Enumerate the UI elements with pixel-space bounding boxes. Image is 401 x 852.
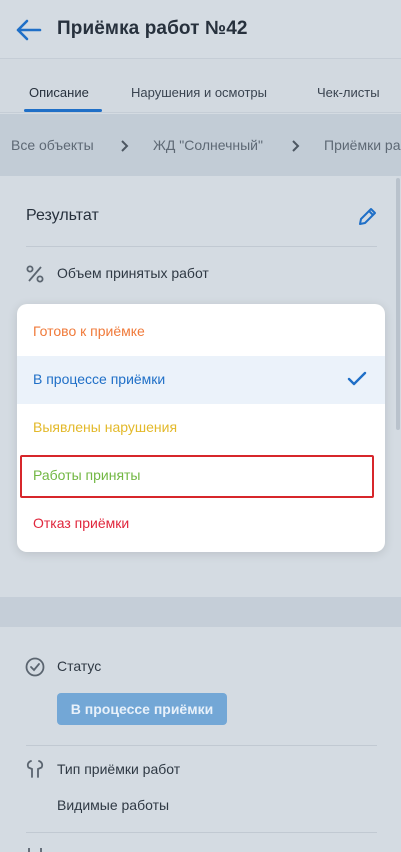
option-label: Готово к приёмке — [33, 323, 145, 339]
option-label: Работы приняты — [33, 467, 141, 483]
breadcrumb-acceptances[interactable]: Приёмки ра — [324, 137, 401, 153]
option-ready[interactable]: Готово к приёмке — [17, 308, 385, 356]
breadcrumb-all-objects[interactable]: Все объекты — [11, 137, 94, 153]
tab-checklists[interactable]: Чек-листы — [317, 85, 380, 100]
pencil-icon[interactable] — [356, 206, 378, 228]
divider — [26, 832, 377, 833]
option-in-progress[interactable]: В процессе приёмки — [17, 356, 385, 404]
option-accepted[interactable]: Работы приняты — [17, 452, 385, 500]
status-badge[interactable]: В процессе приёмки — [57, 693, 227, 725]
option-rejected[interactable]: Отказ приёмки — [17, 500, 385, 548]
breadcrumb-object[interactable]: ЖД "Солнечный" — [153, 137, 263, 153]
status-label: Статус — [57, 658, 102, 674]
breadcrumb: Все объекты ЖД "Солнечный" Приёмки ра — [0, 114, 401, 176]
arrow-left-icon[interactable] — [14, 16, 44, 44]
status-dropdown: Готово к приёмке В процессе приёмки Выяв… — [17, 304, 385, 552]
acceptance-type-label: Тип приёмки работ — [57, 761, 181, 777]
wrench-icon — [26, 760, 44, 778]
percent-icon — [26, 265, 44, 283]
option-violations[interactable]: Выявлены нарушения — [17, 404, 385, 452]
check-circle-icon — [25, 657, 45, 677]
checkmark-icon — [347, 371, 367, 386]
page-title: Приёмка работ №42 — [57, 18, 248, 39]
divider — [26, 745, 377, 746]
tab-description[interactable]: Описание — [29, 85, 89, 100]
active-tab-indicator — [24, 109, 102, 112]
section-gap — [0, 597, 401, 627]
divider — [26, 246, 377, 247]
option-label: Отказ приёмки — [33, 515, 130, 531]
scrollbar[interactable] — [396, 178, 400, 430]
result-title: Результат — [26, 207, 99, 224]
volume-label: Объем принятых работ — [57, 265, 209, 281]
tab-bar: Описание Нарушения и осмотры Чек-листы — [0, 58, 401, 113]
next-row-icon — [28, 848, 42, 852]
chevron-right-icon — [292, 140, 300, 152]
tab-violations[interactable]: Нарушения и осмотры — [131, 85, 267, 100]
option-label: В процессе приёмки — [33, 371, 166, 387]
app-header: Приёмка работ №42 — [0, 0, 401, 58]
chevron-right-icon — [121, 140, 129, 152]
acceptance-type-value: Видимые работы — [57, 797, 170, 813]
option-label: Выявлены нарушения — [33, 419, 178, 435]
